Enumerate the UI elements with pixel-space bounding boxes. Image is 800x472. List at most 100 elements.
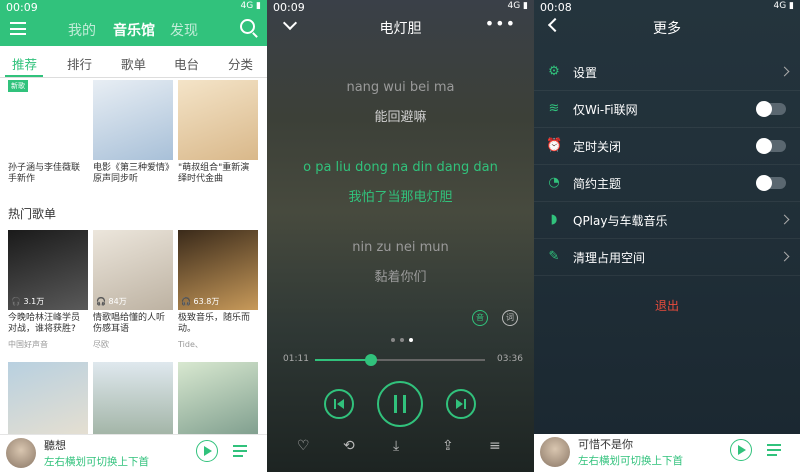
album-cover: 新歌 [8,80,88,160]
chevron-right-icon [779,66,790,77]
recommend-card[interactable]: 新歌 孙子涵与李佳薇联手新作 [8,80,88,185]
play-icon[interactable] [730,439,752,461]
total-time: 03:36 [497,354,523,364]
player-screen: 00:09 4G ▮ 电灯胆 ••• nang wui bei ma 能回避嘛 … [267,0,534,472]
clear-cache-row[interactable]: ✎ 清理占用空间 [534,239,800,276]
search-icon[interactable] [240,19,255,34]
mini-hint: 左右横划可切换上下首 [44,456,149,468]
card-text: 极致音乐，随乐而动。 [178,313,251,334]
card-text: 今晚哈林汪峰学员对战，谁将获胜? [8,313,81,334]
card-text: 情歌唱给懂的人听伤感耳语 [93,313,166,334]
play-icon[interactable] [196,440,218,462]
playlist-cover[interactable] [178,362,258,442]
heart-icon[interactable]: ♡ [297,438,310,454]
card-author: 尽欧 [93,340,109,349]
play-count: 🎧 63.8万 [181,297,220,306]
lyrics-icon[interactable]: 词 [502,310,518,326]
playlist-icon[interactable] [233,443,253,459]
mini-hint: 左右横划可切换上下首 [578,455,683,467]
prev-button[interactable] [324,389,354,419]
broom-icon: ✎ [548,249,560,264]
playlist-cover: 🎧 3.1万 [8,230,88,310]
chevron-right-icon [779,251,790,262]
page-title: 更多 [653,21,681,37]
lyric-line: nin zu nei mun [352,240,449,255]
status-signal: 4G ▮ [240,1,261,11]
download-icon[interactable]: ⤓ [393,438,399,454]
status-bar: 00:08 4G ▮ [534,0,800,14]
tab-mine[interactable]: 我的 [68,20,96,40]
playlist-cover[interactable] [8,362,88,442]
status-signal: 4G ▮ [773,1,794,11]
tab-discover[interactable]: 发现 [170,20,198,40]
row-label: QPlay与车载音乐 [573,214,668,228]
tab-music-hall[interactable]: 音乐馆 [113,20,155,40]
logout-button[interactable]: 退出 [534,297,800,314]
mini-player[interactable]: 可惜不是你 左右横划可切换上下首 [534,434,800,472]
playlist-icon[interactable]: ≡ [489,438,501,454]
timer-toggle[interactable] [756,138,786,154]
qplay-row[interactable]: ◗ QPlay与车载音乐 [534,202,800,239]
avatar [540,437,570,467]
card-text: 电影《第三种爱情》原声同步听 [93,163,170,184]
playlist-cover: 🎧 63.8万 [178,230,258,310]
status-time: 00:08 [540,1,572,14]
row-label: 定时关闭 [573,140,622,154]
lyric-line: 黏着你们 [374,270,427,285]
pause-icon [394,395,406,413]
menu-icon[interactable] [10,22,26,35]
category-tabs: 推荐 排行 歌单 电台 分类 [0,46,267,78]
playlist-cover[interactable] [93,362,173,442]
page-indicator [387,338,417,342]
prev-icon [334,399,344,409]
recommend-card[interactable]: "萌叔组合"重新演绎时代金曲 [178,80,258,185]
repeat-icon[interactable]: ⟲ [343,438,355,454]
playlist-card[interactable]: 🎧 84万 情歌唱给懂的人听伤感耳语 尽欧 [93,230,173,350]
tab-category[interactable]: 分类 [228,54,253,73]
album-cover [93,80,173,160]
avatar [6,438,36,468]
pause-button[interactable] [377,381,423,427]
sound-effect-icon[interactable]: 音 [472,310,488,326]
playlist-icon[interactable] [767,442,787,458]
card-author: 中国好声音 [8,340,48,349]
tab-playlists[interactable]: 歌单 [121,54,146,73]
next-icon [456,399,466,409]
playlist-card[interactable]: 🎧 3.1万 今晚哈林汪峰学员对战，谁将获胜? 中国好声音 [8,230,88,350]
timer-row[interactable]: ⏰ 定时关闭 [534,128,800,165]
tab-recommend[interactable]: 推荐 [12,54,37,73]
status-signal: 4G ▮ [507,1,528,11]
share-icon[interactable]: ⇪ [442,438,454,454]
wifi-only-row[interactable]: ≋ 仅Wi-Fi联网 [534,91,800,128]
simple-theme-row[interactable]: ◔ 简约主题 [534,165,800,202]
music-hall-screen: 00:09 4G ▮ 我的 音乐馆 发现 推荐 排行 歌单 电台 分类 新歌 孙… [0,0,267,472]
playlist-cover: 🎧 84万 [93,230,173,310]
status-time: 00:09 [6,1,38,14]
qplay-icon: ◗ [550,212,558,227]
row-label: 清理占用空间 [573,251,646,265]
progress-knob[interactable] [365,354,377,366]
lyric-line-current: o pa liu dong na din dang dan [303,160,498,175]
chevron-right-icon [779,214,790,225]
theme-toggle[interactable] [756,175,786,191]
gear-icon: ⚙ [548,64,560,79]
lyric-line: 能回避嘛 [374,110,427,125]
top-nav: 我的 音乐馆 发现 [0,14,267,44]
playlist-card[interactable]: 🎧 63.8万 极致音乐，随乐而动。 Tide、 [178,230,258,350]
play-count: 🎧 84万 [96,297,127,306]
status-time: 00:09 [273,1,305,14]
status-bar: 00:09 4G ▮ [267,0,534,14]
row-label: 仅Wi-Fi联网 [573,103,638,117]
card-text: 孙子涵与李佳薇联手新作 [8,163,81,184]
row-label: 简约主题 [573,177,622,191]
more-icon[interactable]: ••• [485,14,516,33]
card-text: "萌叔组合"重新演绎时代金曲 [178,163,250,184]
recommend-card[interactable]: 电影《第三种爱情》原声同步听 [93,80,173,185]
wifi-toggle[interactable] [756,101,786,117]
settings-row[interactable]: ⚙ 设置 [534,54,800,91]
mini-player[interactable]: 聽想 左右横划可切换上下首 [0,434,267,472]
mini-song-title: 聽想 [44,439,66,452]
tab-radio[interactable]: 电台 [174,54,199,73]
next-button[interactable] [446,389,476,419]
tab-ranking[interactable]: 排行 [67,54,92,73]
